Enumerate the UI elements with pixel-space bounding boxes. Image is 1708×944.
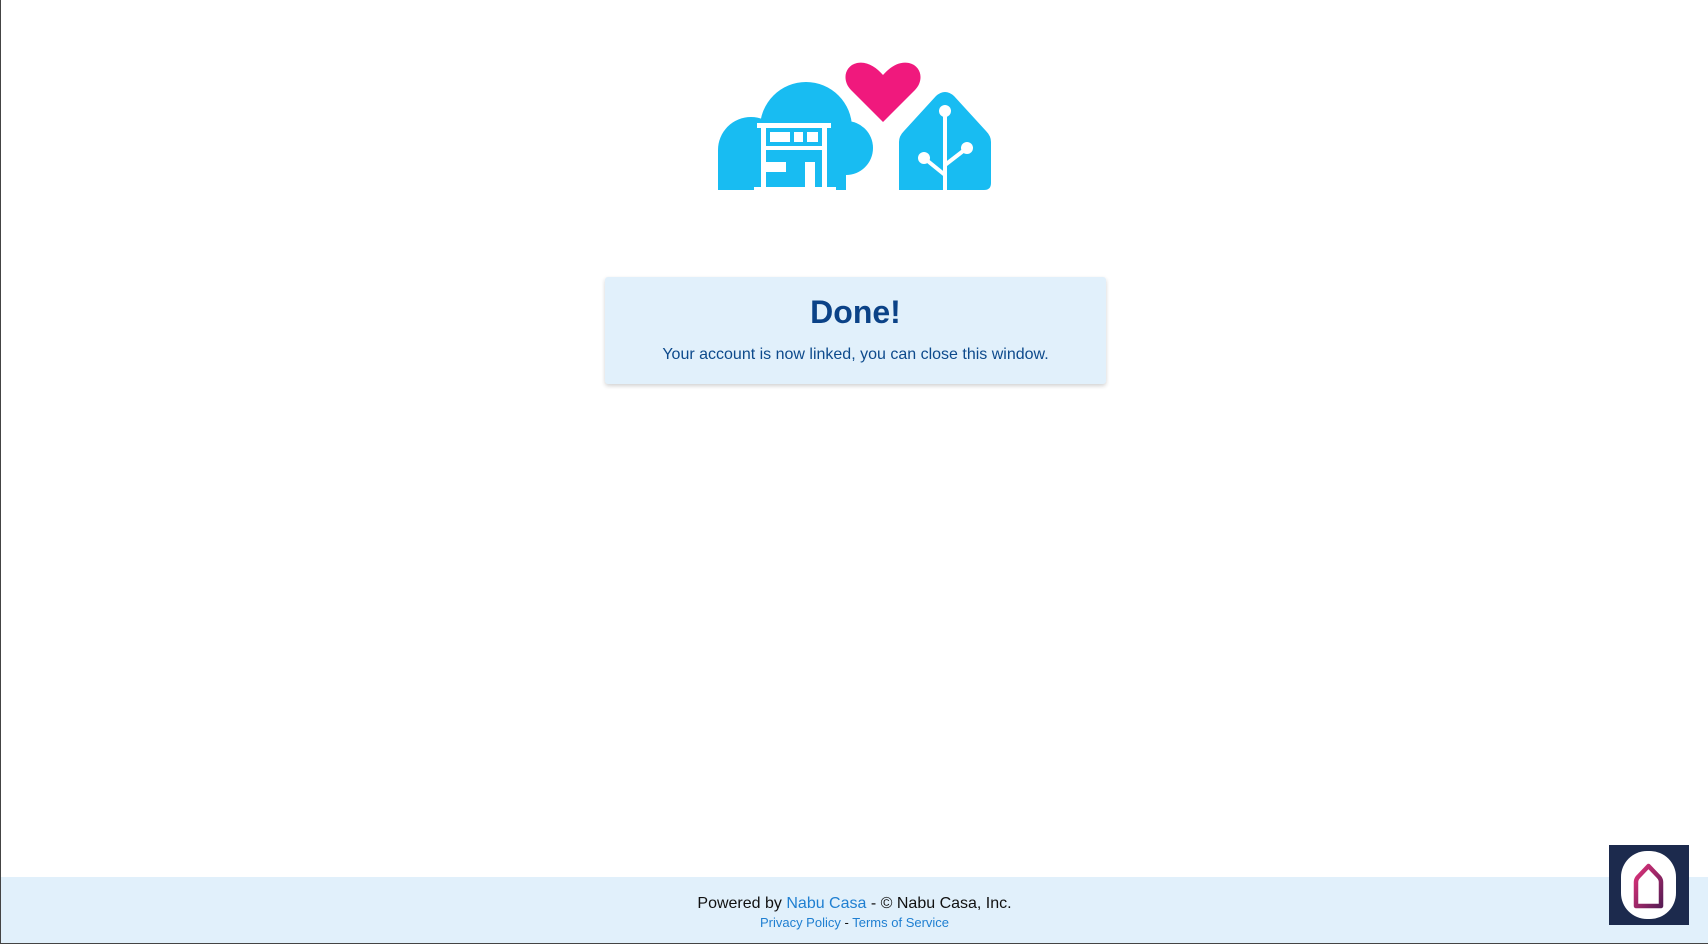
home-assistant-icon [899, 92, 991, 190]
nabu-casa-logo [718, 62, 991, 190]
success-card: Done! Your account is now linked, you ca… [605, 277, 1106, 384]
footer-legal-links: Privacy Policy - Terms of Service [1, 915, 1708, 931]
legal-separator: - [844, 915, 849, 930]
card-message: Your account is now linked, you can clos… [662, 346, 1049, 363]
card-title: Done! [810, 294, 901, 330]
privacy-policy-link[interactable]: Privacy Policy [760, 915, 841, 930]
app-badge-inner [1621, 851, 1676, 919]
cloud-icon [718, 82, 873, 190]
nabu-casa-link[interactable]: Nabu Casa [786, 895, 866, 912]
terms-of-service-link[interactable]: Terms of Service [852, 915, 949, 930]
copyright-text: - © Nabu Casa, Inc. [870, 895, 1012, 912]
powered-by-text: Powered by [697, 895, 782, 912]
page: Done! Your account is now linked, you ca… [0, 0, 1708, 944]
footer-powered-by: Powered by Nabu Casa - © Nabu Casa, Inc. [1, 894, 1708, 914]
footer: Powered by Nabu Casa - © Nabu Casa, Inc.… [1, 877, 1708, 943]
home-app-badge[interactable] [1609, 845, 1689, 925]
home-app-icon [1633, 863, 1664, 909]
heart-icon [845, 62, 921, 122]
